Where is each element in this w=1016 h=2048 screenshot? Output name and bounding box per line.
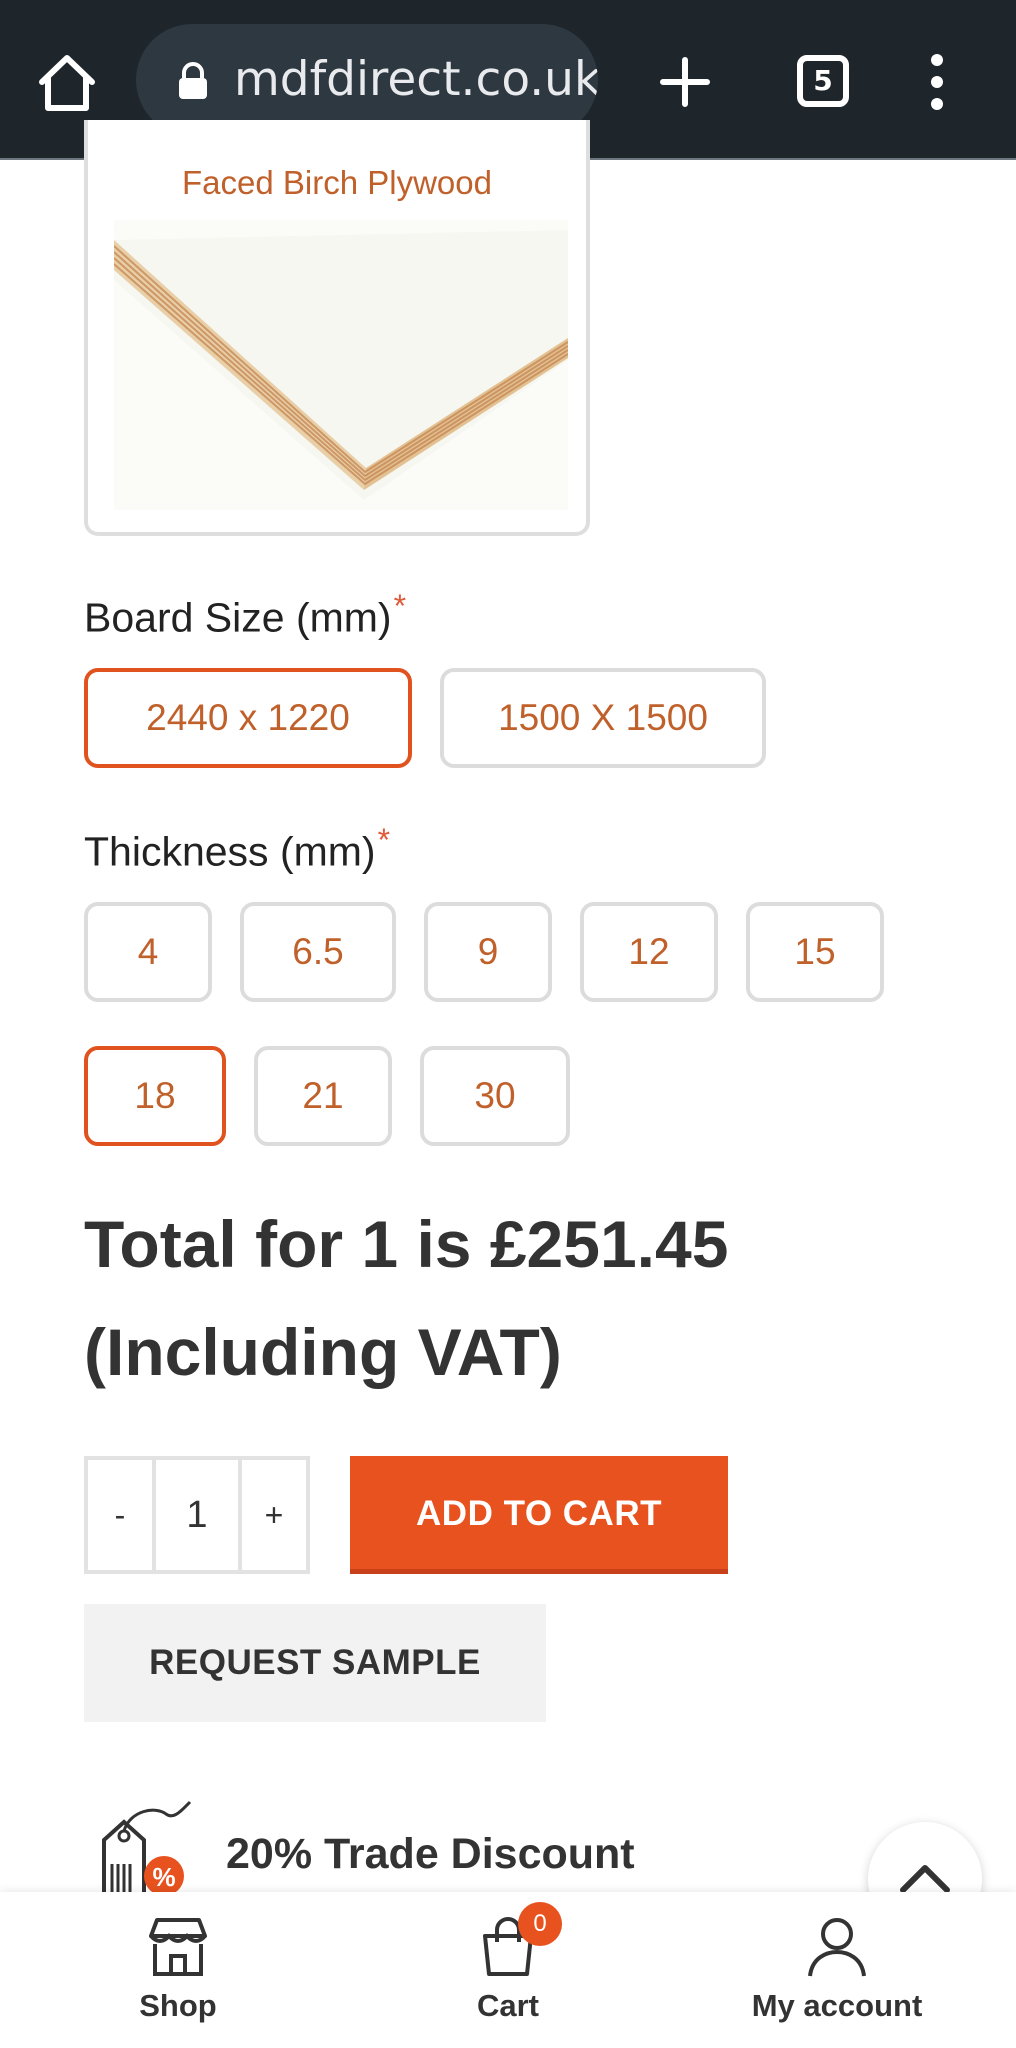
- required-mark: *: [377, 822, 391, 858]
- thickness-option-15[interactable]: 15: [746, 902, 884, 1002]
- total-line: Total for 1 is £251.45: [84, 1207, 729, 1281]
- nav-cart-label: Cart: [476, 1988, 539, 2023]
- board-size-label-text: Board Size (mm): [84, 594, 392, 641]
- quantity-input[interactable]: 1: [152, 1460, 242, 1570]
- vat-note: (Including VAT): [84, 1315, 562, 1389]
- home-icon[interactable]: [34, 50, 100, 116]
- svg-text:%: %: [152, 1862, 175, 1892]
- lock-icon: [179, 62, 207, 99]
- thickness-option-9[interactable]: 9: [424, 902, 552, 1002]
- thickness-option-30[interactable]: 30: [420, 1046, 570, 1146]
- request-sample-button[interactable]: REQUEST SAMPLE: [84, 1604, 546, 1722]
- trade-discount-text: 20% Trade Discount: [226, 1830, 635, 1878]
- required-mark: *: [393, 588, 407, 624]
- thickness-label-text: Thickness (mm): [84, 828, 376, 875]
- quantity-stepper: - 1 +: [84, 1456, 310, 1574]
- add-to-cart-button[interactable]: ADD TO CART: [350, 1456, 728, 1574]
- tab-switcher-button[interactable]: 5: [797, 55, 849, 107]
- page: mdfdirect.co.uk 5 Faced Birch Plywood Bo…: [0, 0, 1016, 2048]
- thickness-option-21[interactable]: 21: [254, 1046, 392, 1146]
- board-size-option-2440x1220[interactable]: 2440 x 1220: [84, 668, 412, 768]
- thickness-option-18[interactable]: 18: [84, 1046, 226, 1146]
- cart-count-badge: 0: [518, 1902, 562, 1946]
- discount-tag-icon: %: [102, 1800, 192, 1898]
- nav-my-account[interactable]: My account: [730, 1892, 944, 2048]
- quantity-decrease-button[interactable]: -: [88, 1460, 152, 1570]
- thickness-option-4[interactable]: 4: [84, 902, 212, 1002]
- nav-cart[interactable]: Cart: [430, 1892, 586, 2048]
- bottom-navigation: Shop Cart 0 My account: [0, 1892, 1016, 2048]
- thickness-label: Thickness (mm)*: [84, 822, 390, 876]
- nav-shop-label: Shop: [139, 1988, 217, 2023]
- board-size-option-1500x1500[interactable]: 1500 X 1500: [440, 668, 766, 768]
- nav-shop[interactable]: Shop: [100, 1892, 256, 2048]
- more-menu-icon[interactable]: [920, 52, 954, 112]
- user-icon: [808, 1918, 866, 1977]
- product-image-card[interactable]: Faced Birch Plywood: [84, 120, 590, 536]
- board-size-label: Board Size (mm)*: [84, 588, 406, 642]
- plywood-image: [114, 220, 568, 510]
- quantity-increase-button[interactable]: +: [242, 1460, 306, 1570]
- total-price: Total for 1 is £251.45 (Including VAT): [84, 1190, 924, 1406]
- thickness-option-6-5[interactable]: 6.5: [240, 902, 396, 1002]
- nav-account-label: My account: [751, 1988, 923, 2023]
- new-tab-icon[interactable]: [655, 52, 715, 112]
- thickness-option-12[interactable]: 12: [580, 902, 718, 1002]
- product-image-caption: Faced Birch Plywood: [182, 164, 492, 201]
- shop-icon: [149, 1918, 207, 1976]
